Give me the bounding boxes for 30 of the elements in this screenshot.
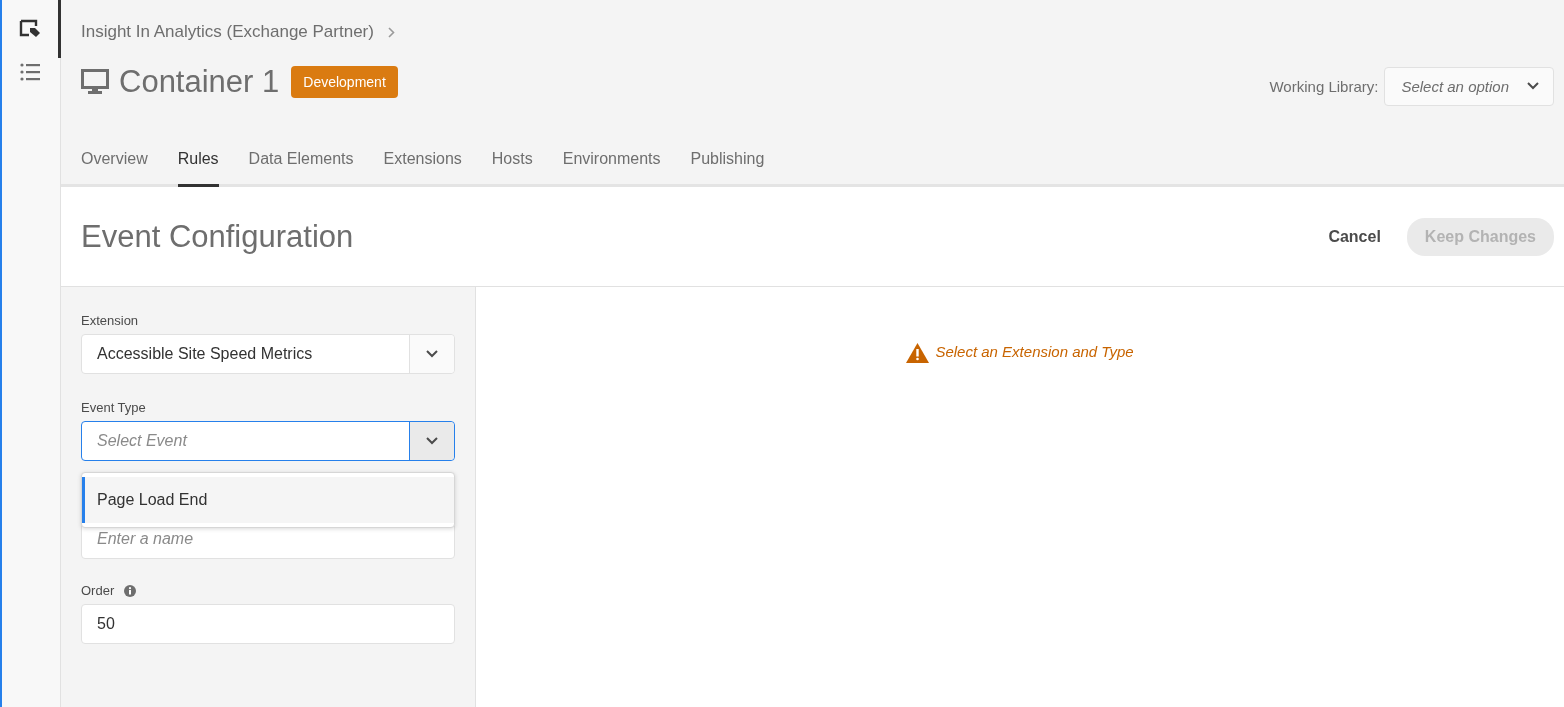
environment-badge: Development xyxy=(291,66,398,98)
extension-select[interactable]: Accessible Site Speed Metrics xyxy=(81,334,455,374)
working-library-label: Working Library: xyxy=(1269,77,1379,95)
nav-tab[interactable]: Data Elements xyxy=(248,140,354,187)
event-type-select[interactable]: Select Event xyxy=(81,421,455,461)
nav-tab[interactable]: Publishing xyxy=(690,140,765,187)
field-label: Order xyxy=(81,583,115,598)
nav-tab[interactable]: Extensions xyxy=(383,140,462,187)
dropdown-option[interactable]: Page Load End xyxy=(82,477,454,523)
cancel-button[interactable]: Cancel xyxy=(1322,226,1387,247)
field-label: Event Type xyxy=(81,400,147,415)
nav-tab[interactable]: Environments xyxy=(562,140,661,187)
breadcrumb-link[interactable]: Insight In Analytics (Exchange Partner) xyxy=(81,22,374,42)
nav-tab[interactable]: Hosts xyxy=(491,140,533,187)
chevron-right-icon xyxy=(387,26,395,38)
page-title: Event Configuration xyxy=(81,218,354,255)
warning-icon xyxy=(906,343,930,363)
nav-tab[interactable]: Overview xyxy=(81,140,148,187)
working-library-select[interactable]: Select an option xyxy=(1384,66,1554,106)
chevron-down-icon xyxy=(1527,82,1539,90)
tag-window-icon xyxy=(19,19,41,39)
list-icon xyxy=(20,63,40,81)
info-icon[interactable] xyxy=(124,584,137,597)
container-title: Container 1 xyxy=(119,64,280,100)
order-input[interactable]: 50 xyxy=(81,604,455,644)
field-label: Extension xyxy=(81,313,140,328)
chevron-down-icon xyxy=(426,437,438,445)
chevron-down-icon xyxy=(426,350,438,358)
warning-message: Select an Extension and Type xyxy=(906,343,1134,365)
monitor-icon xyxy=(81,69,109,95)
